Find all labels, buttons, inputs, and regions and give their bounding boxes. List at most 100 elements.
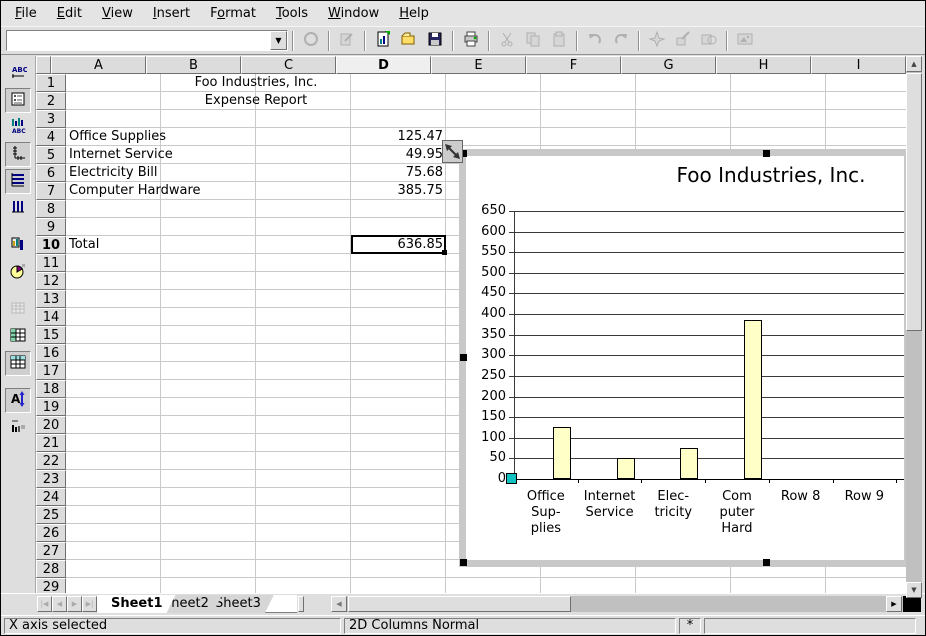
cell-d7[interactable]: 385.75 (351, 182, 446, 200)
select-all-corner[interactable] (36, 56, 51, 74)
bar-computer-hard[interactable] (744, 320, 762, 479)
tab-scrollbar-splitter[interactable] (298, 596, 304, 612)
cell-d4[interactable]: 125.47 (351, 128, 446, 146)
chart-object[interactable]: Foo Industries, Inc. 6506005505004504003… (459, 149, 911, 567)
cut-button[interactable] (495, 29, 519, 53)
redo-button[interactable] (609, 29, 633, 53)
chart-object-handle[interactable] (460, 354, 467, 361)
data-in-columns-button[interactable] (5, 351, 31, 376)
x-axis-category-label[interactable]: Internet Service (579, 489, 641, 521)
hyperlink-button[interactable] (697, 29, 721, 53)
url-combobox[interactable]: ▼ (6, 30, 288, 51)
row-header-6[interactable]: 6 (36, 164, 66, 182)
row-header-8[interactable]: 8 (36, 200, 66, 218)
edit-chart-type-button[interactable] (5, 233, 31, 258)
column-header-a[interactable]: A (51, 56, 146, 74)
cell-b1[interactable]: Foo Industries, Inc. (161, 74, 351, 92)
row-header-26[interactable]: 26 (36, 524, 66, 542)
stylist-button[interactable] (671, 29, 695, 53)
paste-button[interactable] (547, 29, 571, 53)
url-input[interactable] (7, 31, 270, 50)
fill-handle[interactable] (442, 250, 447, 255)
column-header-b[interactable]: B (146, 56, 241, 74)
y-axis-label[interactable]: 200 (470, 389, 506, 404)
combobox-dropdown-button[interactable]: ▼ (270, 31, 287, 50)
y-axis[interactable] (514, 211, 515, 479)
row-header-15[interactable]: 15 (36, 326, 66, 344)
row-header-10[interactable]: 10 (36, 236, 66, 254)
cell-a10[interactable]: Total (66, 236, 351, 254)
y-axis-label[interactable]: 50 (470, 450, 506, 465)
x-axis-category-label[interactable]: Row 9 (833, 489, 895, 505)
last-sheet-button[interactable]: ▶| (82, 596, 97, 612)
y-axis-label[interactable]: 650 (470, 203, 506, 218)
cell-a4[interactable]: Office Supplies (66, 128, 351, 146)
scale-text-button[interactable]: A (5, 388, 31, 413)
row-header-20[interactable]: 20 (36, 416, 66, 434)
horizontal-grid-on-off-button[interactable] (5, 169, 31, 194)
cell-b2[interactable]: Expense Report (161, 92, 351, 110)
column-header-f[interactable]: F (526, 56, 621, 74)
chart-data-button[interactable] (5, 297, 31, 322)
scroll-left-button[interactable]: ◀ (331, 596, 347, 612)
previous-sheet-button[interactable]: ◀ (52, 596, 67, 612)
row-header-2[interactable]: 2 (36, 92, 66, 110)
row-header-16[interactable]: 16 (36, 344, 66, 362)
row-header-24[interactable]: 24 (36, 488, 66, 506)
y-axis-label[interactable]: 150 (470, 409, 506, 424)
column-header-i[interactable]: I (811, 56, 906, 74)
row-header-11[interactable]: 11 (36, 254, 66, 272)
row-header-21[interactable]: 21 (36, 434, 66, 452)
row-header-14[interactable]: 14 (36, 308, 66, 326)
horizontal-scrollbar[interactable]: ◀ ▶ (331, 596, 903, 612)
vertical-scrollbar[interactable]: ▲ ▼ (906, 56, 922, 598)
x-axis-category-label[interactable]: Row 8 (770, 489, 832, 505)
menu-format[interactable]: Format (200, 3, 266, 24)
scroll-up-button[interactable]: ▲ (906, 56, 922, 72)
column-header-g[interactable]: G (621, 56, 716, 74)
next-sheet-button[interactable]: ▶ (67, 596, 82, 612)
column-header-d[interactable]: D (336, 56, 431, 74)
chart-area[interactable]: Foo Industries, Inc. 6506005505004504003… (466, 156, 904, 560)
row-header-17[interactable]: 17 (36, 362, 66, 380)
y-axis-label[interactable]: 350 (470, 327, 506, 342)
chart-object-handle[interactable] (460, 559, 467, 566)
axes-title-on-off-button[interactable]: ABC (5, 115, 31, 140)
stop-button[interactable] (299, 29, 323, 53)
row-header-27[interactable]: 27 (36, 542, 66, 560)
bar-internet-service[interactable] (617, 458, 635, 479)
row-header-5[interactable]: 5 (36, 146, 66, 164)
menu-help[interactable]: Help (389, 3, 439, 24)
row-header-3[interactable]: 3 (36, 110, 66, 128)
axis-descriptions-on-off-button[interactable] (5, 142, 31, 167)
edit-file-button[interactable] (335, 29, 359, 53)
menu-file[interactable]: File (5, 3, 47, 24)
y-axis-label[interactable]: 600 (470, 224, 506, 239)
titles-on-off-button[interactable]: ABC (5, 61, 31, 86)
row-header-23[interactable]: 23 (36, 470, 66, 488)
chart-object-handle[interactable] (763, 150, 770, 157)
y-axis-label[interactable]: 250 (470, 368, 506, 383)
cell-d6[interactable]: 75.68 (351, 164, 446, 182)
row-header-7[interactable]: 7 (36, 182, 66, 200)
sheet-tab-sheet1[interactable]: Sheet1 (97, 595, 177, 613)
x-axis-category-label[interactable]: Elec- tricity (642, 489, 704, 521)
column-header-e[interactable]: E (431, 56, 526, 74)
data-in-rows-button[interactable] (5, 324, 31, 349)
cell-a7[interactable]: Computer Hardware (66, 182, 351, 200)
row-header-22[interactable]: 22 (36, 452, 66, 470)
cell-a5[interactable]: Internet Service (66, 146, 351, 164)
undo-button[interactable] (583, 29, 607, 53)
navigator-button[interactable] (645, 29, 669, 53)
reorganize-chart-button[interactable] (5, 415, 31, 440)
x-axis-selection-handle[interactable] (506, 473, 517, 484)
row-header-28[interactable]: 28 (36, 560, 66, 578)
column-header-c[interactable]: C (241, 56, 336, 74)
window-resize-corner[interactable] (903, 596, 921, 612)
save-button[interactable] (423, 29, 447, 53)
chart-object-handle[interactable] (763, 559, 770, 566)
y-axis-label[interactable]: 500 (470, 265, 506, 280)
menu-tools[interactable]: Tools (266, 3, 318, 24)
y-axis-label[interactable]: 400 (470, 306, 506, 321)
x-axis-category-label[interactable]: Office Sup- plies (515, 489, 577, 537)
